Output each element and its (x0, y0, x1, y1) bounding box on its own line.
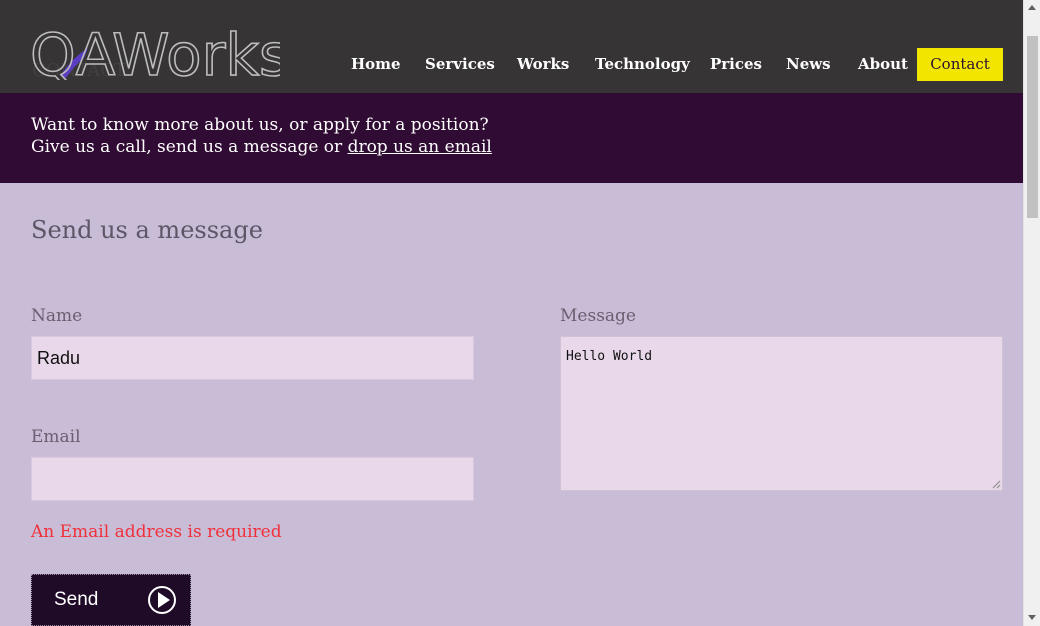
vertical-scrollbar[interactable] (1023, 0, 1040, 626)
message-text: Hello World (566, 349, 653, 364)
scroll-up-icon[interactable] (1028, 5, 1036, 10)
nav-contact[interactable]: Contact (917, 48, 1003, 81)
name-field[interactable] (31, 336, 474, 380)
scroll-down-icon[interactable] (1028, 615, 1036, 620)
form-title: Send us a message (31, 216, 263, 244)
email-error-message: An Email address is required (31, 522, 282, 542)
email-field[interactable] (31, 457, 474, 501)
play-circle-icon (148, 586, 176, 614)
message-label: Message (560, 306, 636, 326)
site-header: CONTACT QAWorks Home Services Works Tech… (0, 0, 1023, 93)
qaworks-logo[interactable]: CONTACT QAWorks (30, 18, 290, 88)
nav-about[interactable]: About (858, 48, 908, 81)
send-button-label: Send (54, 589, 99, 610)
nav-services[interactable]: Services (425, 48, 495, 81)
send-button[interactable]: Send (31, 574, 191, 626)
contact-page: CONTACT QAWorks Home Services Works Tech… (0, 0, 1023, 626)
nav-technology[interactable]: Technology (595, 48, 690, 81)
nav-home[interactable]: Home (351, 48, 401, 81)
intro-line-2: Give us a call, send us a message or dro… (31, 137, 492, 157)
nav-prices[interactable]: Prices (710, 48, 762, 81)
name-label: Name (31, 306, 83, 326)
message-field[interactable]: Hello World (560, 336, 1003, 491)
email-label: Email (31, 427, 81, 447)
scroll-thumb[interactable] (1027, 36, 1038, 218)
intro-line-1: Want to know more about us, or apply for… (31, 115, 489, 135)
intro-banner: Want to know more about us, or apply for… (0, 93, 1023, 183)
nav-news[interactable]: News (786, 48, 831, 81)
email-link[interactable]: drop us an email (348, 137, 492, 157)
intro-line-2-text: Give us a call, send us a message or (31, 137, 348, 157)
nav-works[interactable]: Works (517, 48, 569, 81)
logo-text: QAWorks (30, 21, 280, 80)
resize-grip-icon[interactable] (992, 480, 1001, 489)
